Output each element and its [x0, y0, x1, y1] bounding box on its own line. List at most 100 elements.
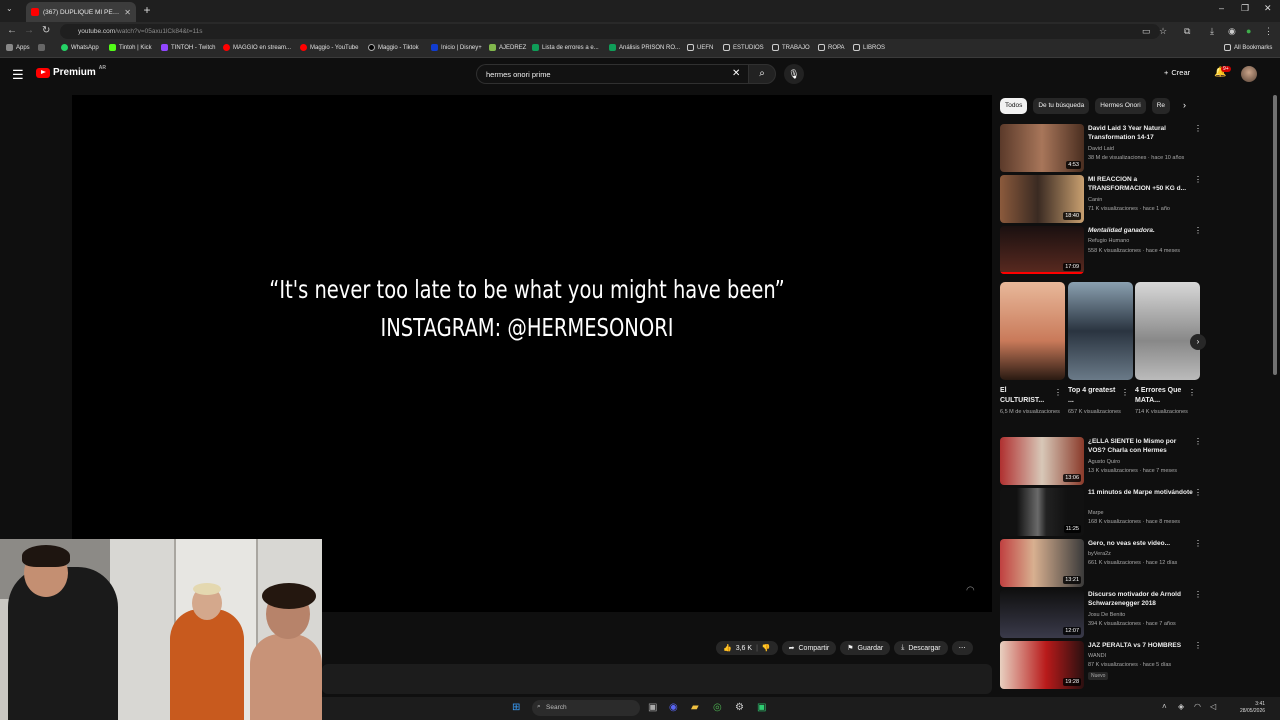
- more-actions-button[interactable]: ⋯: [951, 641, 973, 655]
- video-thumbnail[interactable]: 4:53: [1000, 124, 1084, 172]
- thumbs-down-icon[interactable]: 👎: [762, 644, 771, 652]
- volume-icon[interactable]: ◁: [1210, 702, 1216, 711]
- channel-name[interactable]: byVera2z: [1088, 551, 1111, 557]
- task-view-icon[interactable]: ▣: [648, 702, 657, 713]
- settings-gear-icon[interactable]: ⚙: [735, 702, 744, 713]
- save-button[interactable]: ⚑ Guardar: [840, 641, 891, 655]
- video-title[interactable]: MI REACCION a TRANSFORMACION +50 KG d...: [1088, 175, 1193, 193]
- close-window-icon[interactable]: ✕: [1264, 3, 1272, 14]
- file-explorer-icon[interactable]: ▰: [691, 702, 699, 713]
- clear-search-icon[interactable]: ✕: [732, 68, 740, 79]
- related-video[interactable]: 18:40 MI REACCION a TRANSFORMACION +50 K…: [1000, 175, 1205, 223]
- chip-hermes-onori[interactable]: Hermes Onori: [1095, 98, 1146, 114]
- short-thumbnail[interactable]: [1000, 282, 1065, 380]
- tab-close-icon[interactable]: ✕: [124, 8, 131, 17]
- bookmark-item[interactable]: Inicio | Disney+: [431, 44, 482, 51]
- system-clock[interactable]: 3:41 28/05/2026: [1240, 701, 1265, 715]
- more-vertical-icon[interactable]: ⋮: [1188, 388, 1196, 397]
- channel-name[interactable]: Marpe: [1088, 510, 1104, 516]
- chrome-icon[interactable]: ◎: [713, 702, 722, 713]
- avatar[interactable]: [1241, 66, 1257, 82]
- new-tab-icon[interactable]: +: [140, 3, 154, 17]
- shorts-next-icon[interactable]: ›: [1190, 334, 1206, 350]
- tray-app-icon[interactable]: ◈: [1178, 702, 1184, 711]
- bookmark-star-icon[interactable]: ☆: [1159, 26, 1167, 37]
- hamburger-menu-icon[interactable]: ☰: [12, 67, 24, 83]
- more-vertical-icon[interactable]: ⋮: [1194, 175, 1202, 184]
- download-icon[interactable]: ⤓: [1210, 26, 1214, 37]
- bookmark-item[interactable]: Lista de errores a e...: [532, 44, 599, 51]
- forward-icon[interactable]: →: [24, 25, 34, 36]
- channel-name[interactable]: Josu De Benito: [1088, 612, 1125, 618]
- back-icon[interactable]: ←: [7, 25, 17, 36]
- more-vertical-icon[interactable]: ⋮: [1194, 488, 1202, 497]
- youtube-logo[interactable]: Premium AR: [36, 65, 106, 78]
- related-video[interactable]: 13:21 Gero, no veas este video... byVera…: [1000, 539, 1205, 587]
- voice-search-icon[interactable]: 🎙: [784, 64, 804, 84]
- extensions-icon[interactable]: ⧉: [1184, 26, 1190, 37]
- like-button[interactable]: 👍 3,6 K | 👎: [716, 641, 778, 655]
- more-vertical-icon[interactable]: ⋮: [1054, 388, 1062, 397]
- tab-search-icon[interactable]: ⌄: [6, 4, 13, 13]
- windows-start-icon[interactable]: ⊞: [512, 702, 520, 713]
- download-button[interactable]: ⤓ Descargar: [894, 641, 948, 655]
- video-thumbnail[interactable]: 19:28: [1000, 641, 1084, 689]
- more-vertical-icon[interactable]: ⋮: [1194, 590, 1202, 599]
- bookmark-item[interactable]: [38, 44, 45, 51]
- reload-icon[interactable]: ↻: [42, 25, 50, 36]
- account-icon[interactable]: ●: [1246, 26, 1251, 36]
- more-vertical-icon[interactable]: ⋮: [1194, 641, 1202, 650]
- bookmark-folder[interactable]: LIBROS: [853, 44, 885, 51]
- menu-dots-icon[interactable]: ⋮: [1264, 26, 1273, 37]
- more-vertical-icon[interactable]: ⋮: [1194, 124, 1202, 133]
- video-thumbnail[interactable]: 13:21: [1000, 539, 1084, 587]
- video-title[interactable]: Gero, no veas este video...: [1088, 539, 1193, 548]
- more-vertical-icon[interactable]: ⋮: [1194, 226, 1202, 235]
- bookmark-folder[interactable]: UEFN: [687, 44, 713, 51]
- profile-icon[interactable]: ◉: [1228, 26, 1236, 37]
- bookmark-item[interactable]: Análisis PRISON RO...: [609, 44, 680, 51]
- related-video[interactable]: 19:28 JAZ PERALTA vs 7 HOMBRES WANDI 87 …: [1000, 641, 1205, 689]
- bookmark-item[interactable]: Maggio - YouTube: [300, 44, 358, 51]
- all-bookmarks[interactable]: All Bookmarks: [1224, 44, 1272, 51]
- more-vertical-icon[interactable]: ⋮: [1194, 437, 1202, 446]
- video-title[interactable]: Discurso motivador de Arnold Schwarzeneg…: [1088, 590, 1193, 608]
- chip-all[interactable]: Todos: [1000, 98, 1028, 114]
- related-video[interactable]: 11:25 11 minutos de Marpe motivándote Ma…: [1000, 488, 1205, 536]
- search-input[interactable]: hermes onori prime: [476, 64, 748, 84]
- wifi-icon[interactable]: ◠: [1194, 702, 1201, 711]
- channel-name[interactable]: Refugio Humano: [1088, 238, 1129, 244]
- short-title[interactable]: 4 Errores Que MATA...: [1135, 386, 1185, 406]
- chip-more[interactable]: Re: [1151, 98, 1171, 114]
- bookmark-apps[interactable]: Apps: [6, 44, 30, 51]
- video-thumbnail[interactable]: 17:09: [1000, 226, 1084, 274]
- video-title[interactable]: Mentalidad ganadora.: [1088, 226, 1193, 235]
- address-bar[interactable]: youtube.com/watch?v=05axu1lCk84&t=11s: [60, 24, 1160, 39]
- bookmark-folder[interactable]: ESTUDIOS: [723, 44, 764, 51]
- bookmark-item[interactable]: WhatsApp: [61, 44, 99, 51]
- video-title[interactable]: 11 minutos de Marpe motivándote: [1088, 488, 1193, 497]
- browser-tab-active[interactable]: (367) DUPLIQUÉ MI PESO COR... ✕: [26, 2, 136, 22]
- video-thumbnail[interactable]: 11:25: [1000, 488, 1084, 536]
- taskbar-search[interactable]: ⌕ Search: [532, 700, 640, 716]
- video-thumbnail[interactable]: 13:06: [1000, 437, 1084, 485]
- minimize-icon[interactable]: –: [1219, 3, 1224, 13]
- channel-name[interactable]: Canin: [1088, 197, 1102, 203]
- tray-chevron-icon[interactable]: ˄: [1162, 702, 1167, 711]
- channel-name[interactable]: WANDI: [1088, 653, 1106, 659]
- related-video[interactable]: 13:06 ¿ELLA SIENTE lo Mismo por VOS? Cha…: [1000, 437, 1205, 485]
- bookmark-item[interactable]: Tintoh | Kick: [109, 44, 152, 51]
- discord-icon[interactable]: ◉: [669, 702, 678, 713]
- video-title[interactable]: ¿ELLA SIENTE lo Mismo por VOS? Charla co…: [1088, 437, 1193, 455]
- more-vertical-icon[interactable]: ⋮: [1121, 388, 1129, 397]
- cast-icon[interactable]: ▭: [1142, 26, 1151, 37]
- app-icon[interactable]: ▣: [757, 702, 766, 713]
- related-video[interactable]: 12:07 Discurso motivador de Arnold Schwa…: [1000, 590, 1205, 638]
- maximize-icon[interactable]: ❐: [1241, 3, 1249, 14]
- short-title[interactable]: El CULTURIST...: [1000, 386, 1050, 406]
- short-title[interactable]: Top 4 greatest ...: [1068, 386, 1118, 406]
- bookmark-folder[interactable]: TRABAJO: [772, 44, 810, 51]
- channel-name[interactable]: Agusto Quiro: [1088, 459, 1120, 465]
- related-video[interactable]: 4:53 David Laid 3 Year Natural Transform…: [1000, 124, 1205, 172]
- bookmark-folder[interactable]: ROPA: [818, 44, 845, 51]
